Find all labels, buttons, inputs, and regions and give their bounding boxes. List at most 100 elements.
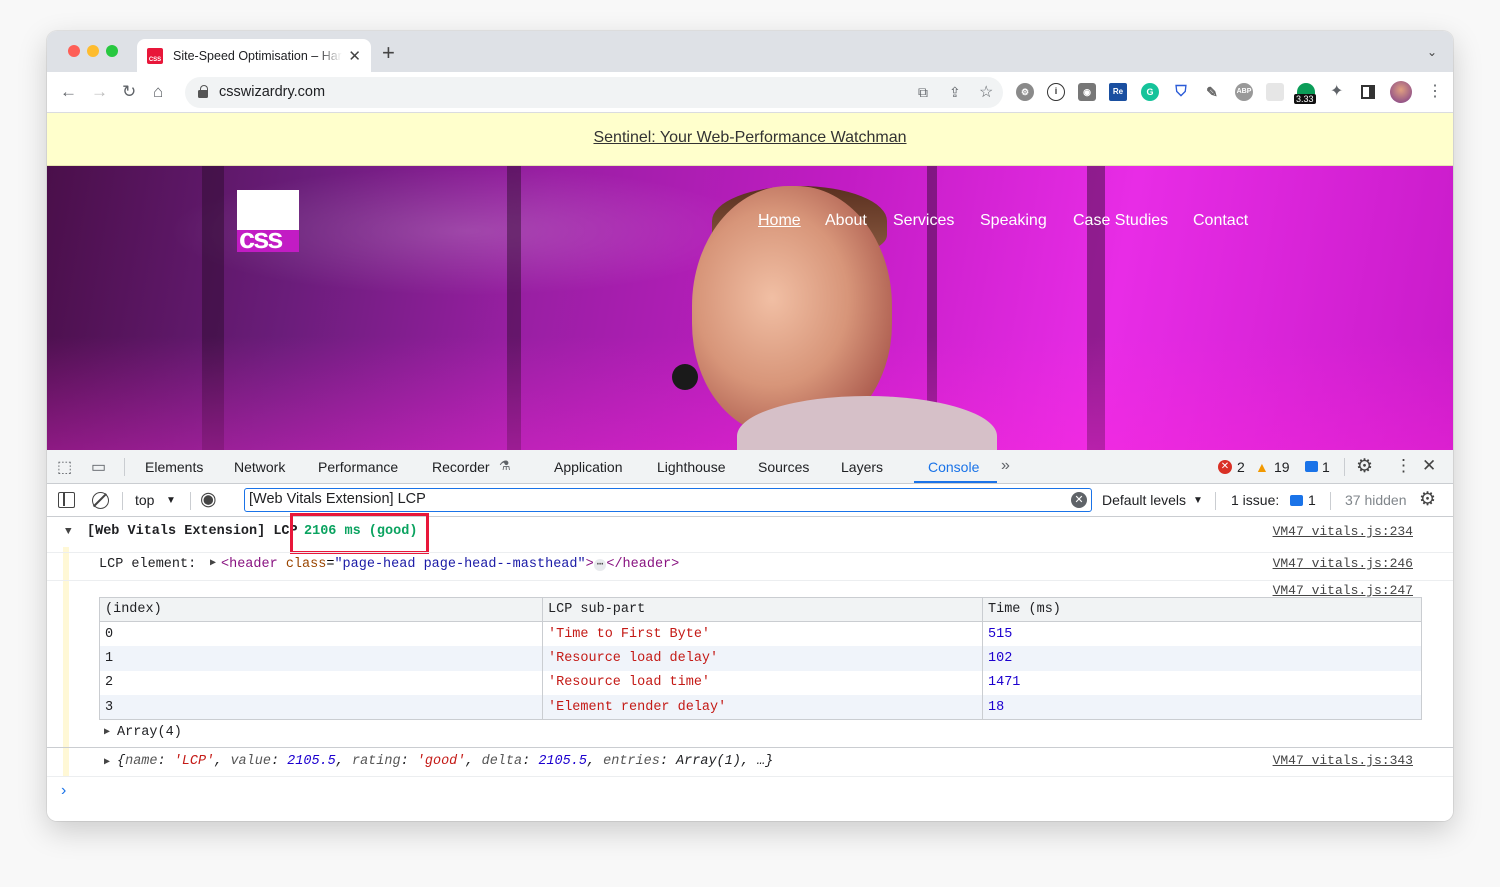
expand-triangle-icon[interactable]: ▼ (65, 526, 72, 538)
console-settings-gear-icon[interactable]: ⚙ (1419, 488, 1436, 511)
tab-sources[interactable]: Sources (758, 459, 809, 475)
cell-subpart: 'Resource load time' (542, 670, 983, 696)
nav-home[interactable]: Home (758, 212, 801, 230)
minimize-window-button[interactable] (87, 45, 99, 57)
nav-about[interactable]: About (825, 212, 867, 230)
browser-menu-icon[interactable]: ⋮ (1427, 81, 1443, 101)
tab-console[interactable]: Console (928, 459, 979, 475)
inspect-element-icon[interactable]: ⬚ (57, 457, 72, 477)
nav-speaking[interactable]: Speaking (980, 212, 1047, 230)
info-count[interactable]: 1 (1322, 459, 1330, 475)
object-row[interactable]: ▶ {name: 'LCP', value: 2105.5, rating: '… (47, 747, 1453, 775)
log-levels-select[interactable]: Default levels (1102, 492, 1186, 508)
open-in-app-icon[interactable]: ⧉ (918, 84, 928, 101)
live-expression-eye-icon[interactable]: ◉ (200, 488, 217, 511)
hero-image: css Home About Services Speaking Case St… (47, 166, 1453, 450)
issue-info-icon[interactable] (1290, 495, 1303, 506)
tab-title: Site-Speed Optimisation – Harry Roberts (173, 48, 342, 63)
col-time[interactable]: Time (ms) (982, 596, 1422, 623)
more-tabs-icon[interactable]: » (1001, 457, 1010, 475)
back-icon[interactable]: ← (60, 82, 77, 102)
array-row[interactable]: ▶ Array(4) (47, 722, 1453, 744)
site-favicon-icon: CSS (147, 47, 163, 64)
warning-icon[interactable]: ▲ (1255, 459, 1269, 475)
tab-application[interactable]: Application (554, 459, 623, 475)
extension-info-icon[interactable]: i (1047, 83, 1065, 101)
tab-performance[interactable]: Performance (318, 459, 398, 475)
nav-contact[interactable]: Contact (1193, 212, 1248, 230)
table-row: 1 'Resource load delay' 102 (99, 646, 1422, 671)
issues-count[interactable]: 1 (1308, 492, 1316, 508)
settings-gear-icon[interactable]: ⚙ (1356, 455, 1373, 478)
clear-console-icon[interactable] (92, 492, 109, 509)
info-icon[interactable] (1305, 461, 1318, 472)
lcp-breakdown-table: (index) LCP sub-part Time (ms) 0 'Time t… (99, 596, 1422, 720)
console-group-row[interactable]: ▼ [Web Vitals Extension] LCP 2106 ms (go… (47, 524, 1453, 548)
clear-filter-icon[interactable]: ✕ (1071, 492, 1087, 508)
source-link-247[interactable]: VM47 vitals.js:247 (1273, 583, 1413, 598)
profile-avatar[interactable] (1390, 81, 1412, 103)
device-toolbar-icon[interactable]: ▭ (91, 457, 106, 477)
sentinel-link[interactable]: Sentinel: Your Web-Performance Watchman (593, 129, 906, 146)
expand-object-icon[interactable]: ▶ (104, 756, 110, 768)
extension-camera-icon[interactable]: ◉ (1078, 83, 1096, 101)
console-filter-input[interactable]: [Web Vitals Extension] LCP ✕ (244, 488, 1092, 512)
sidebar-toggle-icon[interactable] (58, 492, 75, 508)
close-devtools-icon[interactable]: ✕ (1422, 456, 1436, 476)
site-logo[interactable]: css (237, 190, 299, 255)
forward-icon[interactable]: → (91, 82, 108, 102)
warning-count[interactable]: 19 (1274, 459, 1290, 475)
tab-layers[interactable]: Layers (841, 459, 883, 475)
expand-array-icon[interactable]: ▶ (104, 726, 110, 738)
address-bar[interactable]: csswizardry.com ⧉ ⇪ ☆ (185, 77, 1003, 108)
expand-element-icon[interactable]: ▶ (210, 557, 216, 569)
side-panel-icon[interactable] (1361, 85, 1375, 99)
nav-services[interactable]: Services (893, 212, 954, 230)
close-window-button[interactable] (68, 45, 80, 57)
extension-re-icon[interactable]: Re (1109, 83, 1127, 101)
extension-pin-icon[interactable]: ✎ (1203, 83, 1221, 101)
error-count[interactable]: 2 (1237, 459, 1245, 475)
tab-network[interactable]: Network (234, 459, 285, 475)
extension-shield-icon[interactable]: ⛉ (1172, 83, 1190, 101)
source-link-343[interactable]: VM47 vitals.js:343 (1273, 753, 1413, 768)
active-tab-indicator (914, 481, 997, 483)
element-node[interactable]: <header class="page-head page-head--mast… (221, 557, 679, 572)
tab-elements[interactable]: Elements (145, 459, 203, 475)
zoom-window-button[interactable] (106, 45, 118, 57)
extensions-puzzle-icon[interactable]: ✦ (1330, 81, 1343, 101)
reload-icon[interactable]: ↻ (122, 82, 136, 102)
console-prompt-icon: › (61, 782, 67, 799)
cell-time: 18 (982, 695, 1422, 720)
log-levels-chevron-icon[interactable]: ▼ (1193, 495, 1203, 506)
cell-time: 1471 (982, 670, 1422, 696)
extension-grammarly-icon[interactable]: G (1141, 83, 1159, 101)
source-link-234[interactable]: VM47 vitals.js:234 (1273, 524, 1413, 539)
source-link-246[interactable]: VM47 vitals.js:246 (1273, 556, 1413, 571)
col-index[interactable]: (index) (99, 596, 543, 623)
browser-tab[interactable]: CSS Site-Speed Optimisation – Harry Robe… (137, 39, 371, 72)
context-select[interactable]: top (135, 492, 154, 508)
bookmark-star-icon[interactable]: ☆ (979, 82, 993, 102)
tab-lighthouse[interactable]: Lighthouse (657, 459, 726, 475)
devtools-menu-icon[interactable]: ⋮ (1395, 456, 1412, 476)
console-prompt-row[interactable]: › (47, 776, 1453, 804)
tab-recorder[interactable]: Recorder (432, 459, 490, 475)
share-icon[interactable]: ⇪ (949, 84, 961, 101)
table-row: 0 'Time to First Byte' 515 (99, 621, 1422, 647)
tab-search-chevron-icon[interactable]: ⌄ (1427, 45, 1437, 59)
nav-case-studies[interactable]: Case Studies (1073, 212, 1168, 230)
hidden-count: 37 hidden (1345, 492, 1407, 508)
home-icon[interactable]: ⌂ (153, 82, 163, 102)
close-tab-icon[interactable]: ✕ (348, 47, 361, 65)
extension-vitals-icon[interactable] (1297, 83, 1315, 94)
highlight-box (290, 513, 429, 554)
extension-abp-icon[interactable]: ABP (1235, 83, 1253, 101)
extension-blank-icon[interactable] (1266, 83, 1284, 101)
issues-label[interactable]: 1 issue: (1231, 492, 1279, 508)
extension-gear-icon[interactable]: ⚙ (1016, 83, 1034, 101)
new-tab-icon[interactable]: + (382, 40, 395, 66)
col-subpart[interactable]: LCP sub-part (542, 596, 983, 623)
context-chevron-icon[interactable]: ▼ (166, 495, 176, 506)
error-icon[interactable]: ✕ (1218, 460, 1232, 474)
